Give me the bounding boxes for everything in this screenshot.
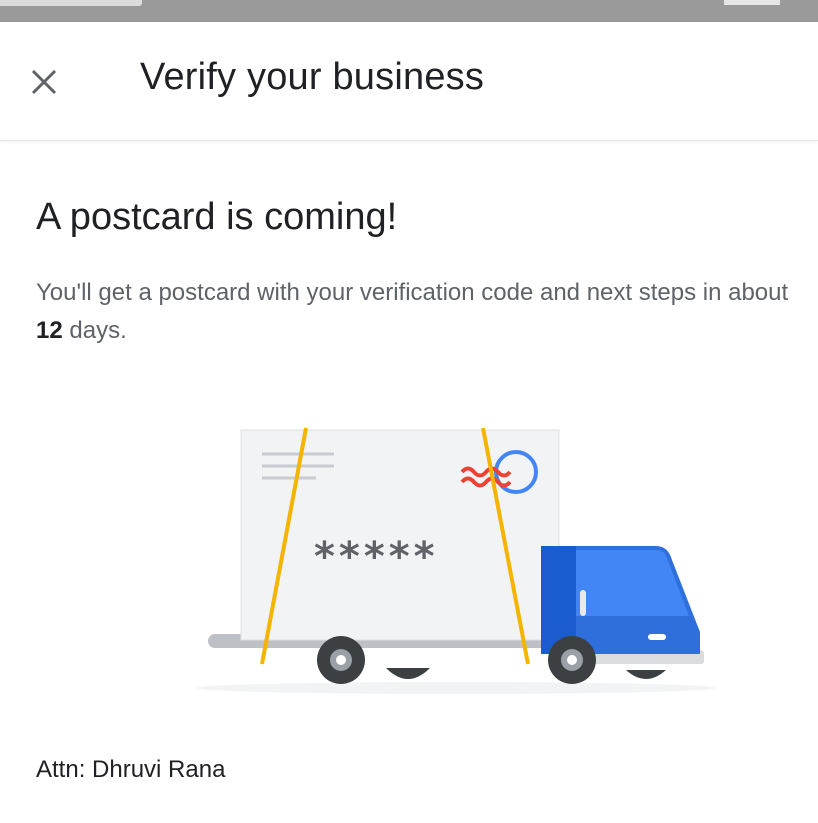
description-prefix: You'll get a postcard with your verifica…	[36, 279, 789, 306]
app-bar: Verify your business	[0, 22, 818, 141]
description-suffix: days.	[62, 317, 127, 344]
status-bar	[0, 0, 818, 22]
page-title: Verify your business	[140, 56, 485, 98]
ground-shadow	[196, 682, 716, 694]
days-count: 12	[36, 317, 63, 344]
headline: A postcard is coming!	[36, 196, 398, 238]
wheel-rear-2	[386, 668, 430, 679]
close-button[interactable]	[22, 60, 66, 104]
postcard-code-mask: *****	[314, 534, 439, 580]
status-bar-right	[724, 0, 780, 5]
status-bar-left	[0, 0, 142, 6]
wheel-front-2	[626, 670, 666, 679]
attn-line: Attn: Dhruvi Rana	[36, 756, 226, 783]
close-icon	[31, 69, 57, 95]
headlight	[648, 634, 666, 640]
postcard-truck-illustration: *****	[196, 427, 716, 694]
wheel-rear	[317, 636, 365, 684]
wheel-front	[548, 636, 596, 684]
description: You'll get a postcard with your verifica…	[36, 274, 806, 350]
